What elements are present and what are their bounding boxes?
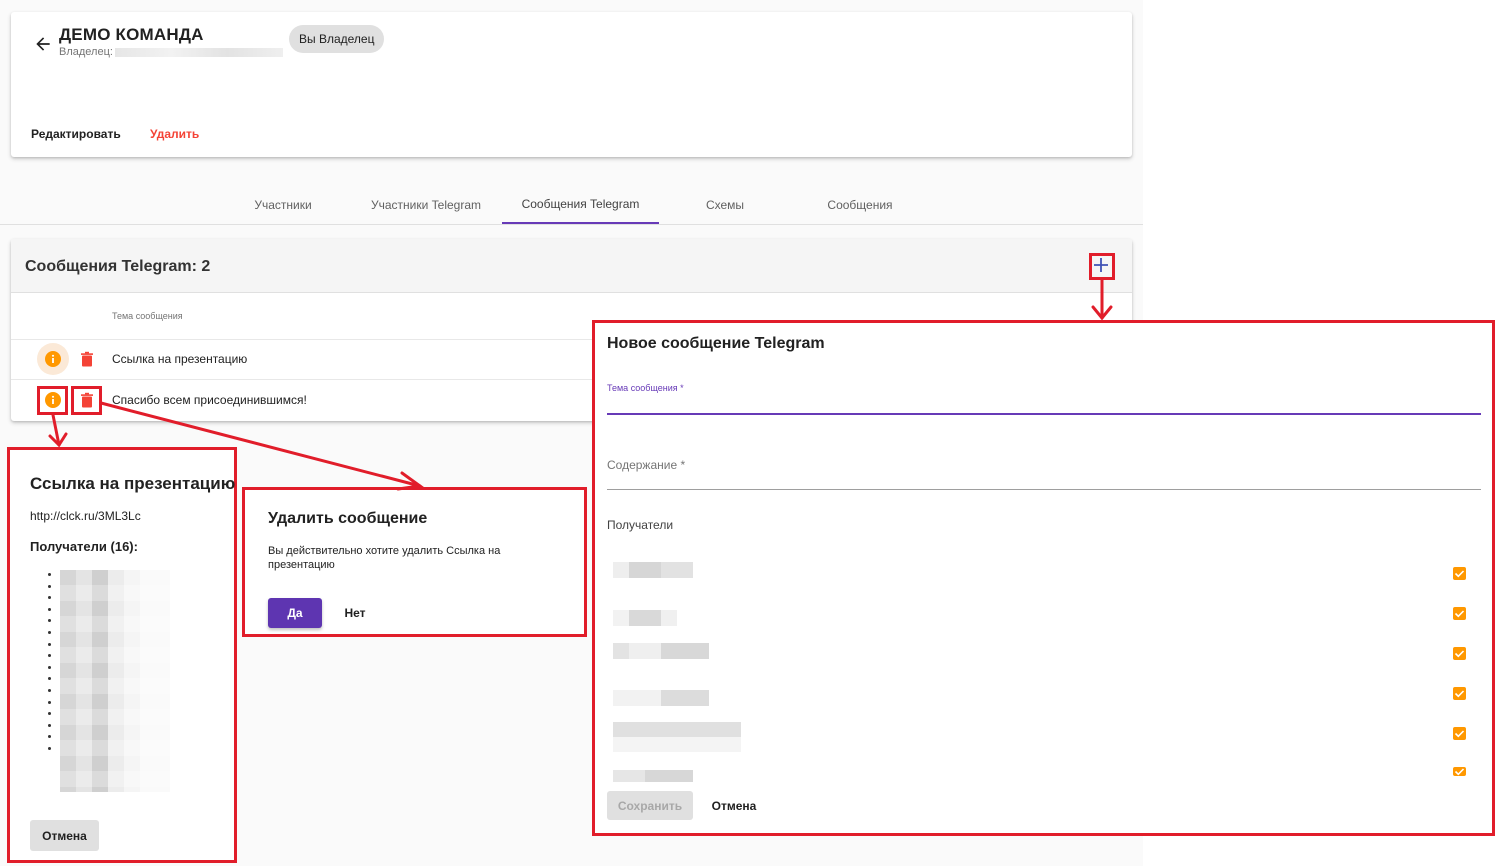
recipient-redacted <box>613 690 709 706</box>
tab-telegram-members[interactable]: Участники Telegram <box>352 186 500 224</box>
team-title: ДЕМО КОМАНДА <box>59 25 204 44</box>
tab-members[interactable]: Участники <box>222 186 344 224</box>
recipients-redacted <box>60 570 170 792</box>
row-subject: Ссылка на презентацию <box>112 352 248 366</box>
row-subject: Спасибо всем присоединившимся! <box>112 393 307 407</box>
recipient-redacted <box>613 643 709 659</box>
content-label: Содержание * <box>607 458 686 472</box>
tabs-bar: Участники Участники Telegram Сообщения T… <box>0 186 1143 225</box>
check-icon <box>1454 690 1465 698</box>
new-cancel-button[interactable]: Отмена <box>702 791 766 820</box>
messages-header: Сообщения Telegram: 2 <box>11 239 1132 293</box>
owner-chip: Вы Владелец <box>289 25 385 53</box>
info-dialog-title: Ссылка на презентацию <box>30 474 236 493</box>
recipient-redacted <box>613 770 693 782</box>
recipient-redacted <box>613 722 741 752</box>
recipient-checkbox[interactable] <box>1453 767 1466 776</box>
messages-title: Сообщения Telegram: 2 <box>25 258 211 275</box>
content-input[interactable] <box>607 489 1481 490</box>
tab-schemes[interactable]: Схемы <box>665 186 785 224</box>
highlight-info-button <box>37 386 68 415</box>
recipients-label: Получатели <box>607 518 674 532</box>
owner-redacted <box>114 47 283 57</box>
info-icon[interactable] <box>45 351 61 367</box>
check-icon <box>1454 730 1465 738</box>
recipient-checkbox[interactable] <box>1453 567 1466 580</box>
back-arrow-icon[interactable] <box>33 34 53 54</box>
recipient-checkbox[interactable] <box>1453 607 1466 620</box>
delete-dialog-title: Удалить сообщение <box>268 510 428 527</box>
edit-button[interactable]: Редактировать <box>31 127 121 141</box>
confirm-no-button[interactable]: Нет <box>334 598 376 628</box>
check-icon <box>1454 610 1465 618</box>
column-header-subject: Тема сообщения <box>112 311 183 321</box>
team-card: ДЕМО КОМАНДА Владелец: Вы Владелец Редак… <box>11 12 1132 157</box>
info-dialog-recipients-label: Получатели (16): <box>30 539 138 554</box>
confirm-yes-button[interactable]: Да <box>268 598 322 628</box>
team-owner: Владелец: <box>59 46 283 58</box>
info-dialog-link: http://clck.ru/3ML3Lc <box>30 509 141 523</box>
info-cancel-button[interactable]: Отмена <box>30 820 99 851</box>
tab-telegram-messages[interactable]: Сообщения Telegram <box>502 186 659 224</box>
trash-icon[interactable] <box>79 351 95 367</box>
highlight-add-button <box>1089 253 1115 280</box>
tab-messages[interactable]: Сообщения <box>795 186 925 224</box>
save-button[interactable]: Сохранить <box>607 791 693 820</box>
recipient-redacted <box>613 562 693 578</box>
new-message-title: Новое сообщение Telegram <box>607 335 825 352</box>
recipient-checkbox[interactable] <box>1453 647 1466 660</box>
recipient-checkbox[interactable] <box>1453 687 1466 700</box>
owner-label: Владелец: <box>59 46 113 58</box>
check-icon <box>1454 768 1465 776</box>
highlight-delete-button <box>71 386 102 415</box>
check-icon <box>1454 650 1465 658</box>
subject-input[interactable] <box>607 394 1485 414</box>
delete-dialog-text: Вы действительно хотите удалить Ссылка н… <box>268 545 501 571</box>
check-icon <box>1454 570 1465 578</box>
subject-underline <box>607 413 1481 415</box>
recipient-checkbox[interactable] <box>1453 727 1466 740</box>
subject-label: Тема сообщения * <box>607 383 684 393</box>
recipient-redacted <box>613 610 677 626</box>
delete-team-button[interactable]: Удалить <box>150 127 199 141</box>
